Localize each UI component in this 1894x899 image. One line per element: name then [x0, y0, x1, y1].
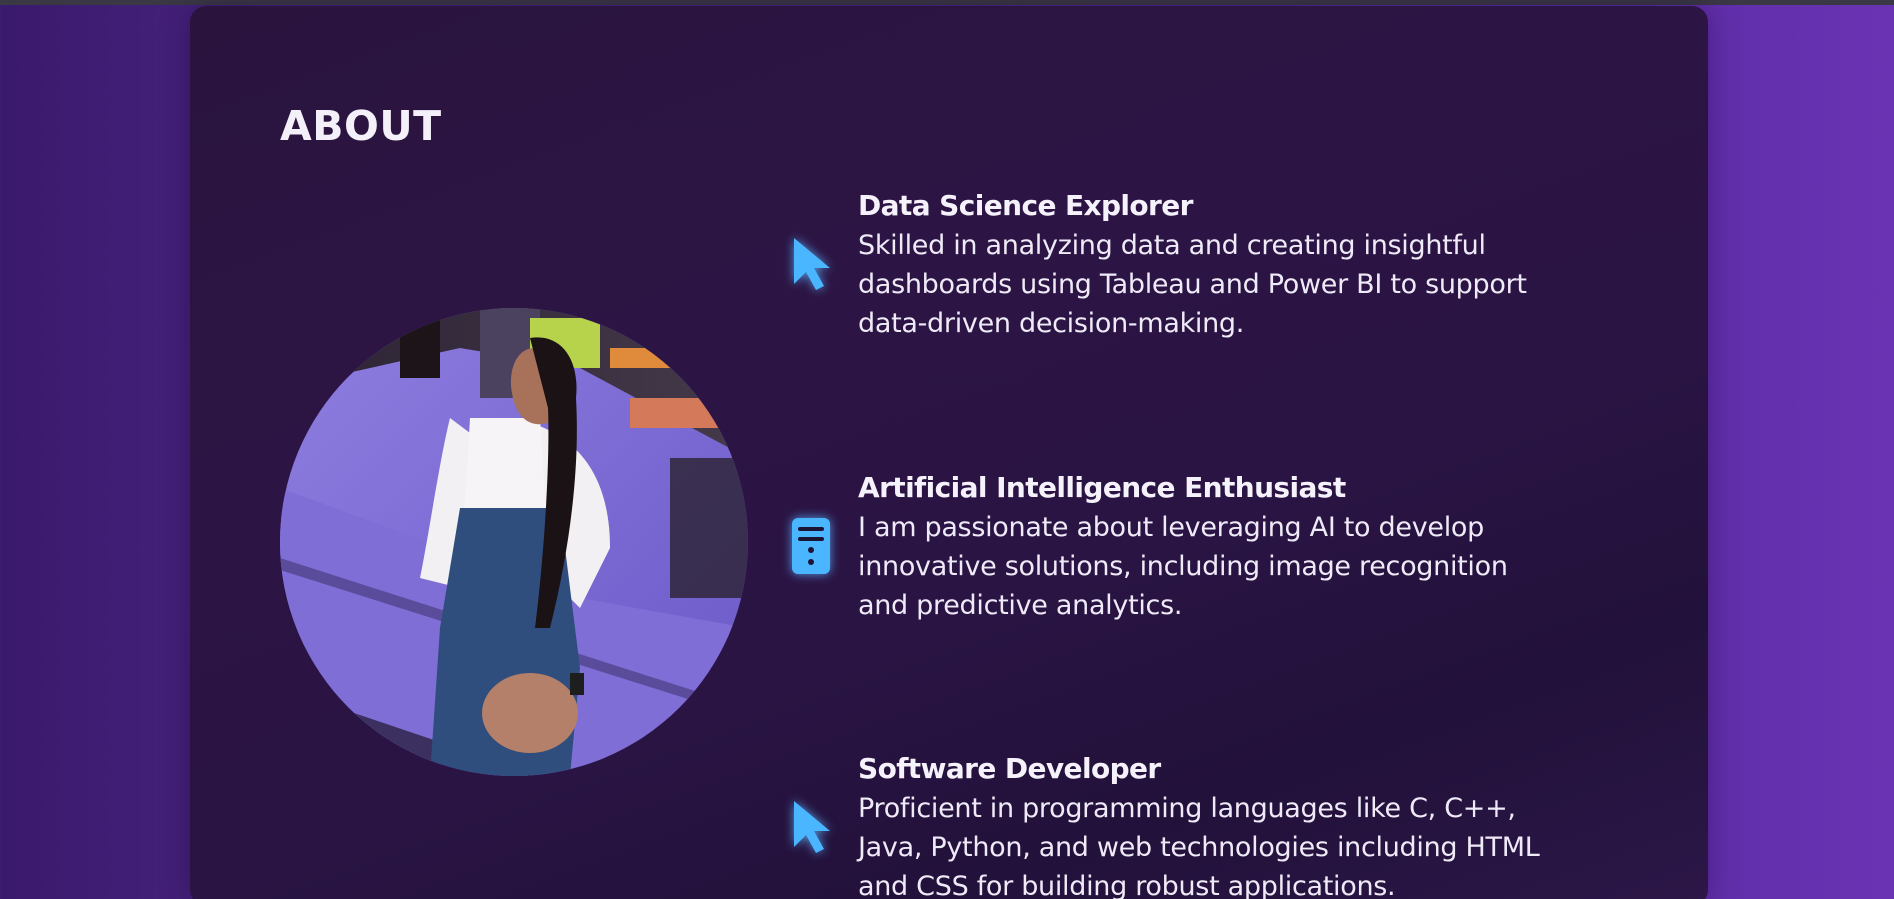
- profile-photo: [280, 308, 748, 776]
- item-title: Data Science Explorer: [858, 189, 1193, 222]
- about-section: ABOUT Data Science Explorer Skilled in a…: [190, 6, 1708, 899]
- browser-top-strip: [0, 0, 1894, 5]
- server-icon: [788, 516, 834, 576]
- section-title: ABOUT: [280, 102, 442, 150]
- cursor-arrow-icon: [788, 234, 834, 294]
- item-title: Artificial Intelligence Enthusiast: [858, 471, 1346, 504]
- item-description: I am passionate about leveraging AI to d…: [858, 512, 1508, 621]
- cursor-arrow-icon: [788, 797, 834, 857]
- item-description: Proficient in programming languages like…: [858, 793, 1540, 899]
- item-title: Software Developer: [858, 752, 1161, 785]
- item-description: Skilled in analyzing data and creating i…: [858, 230, 1527, 339]
